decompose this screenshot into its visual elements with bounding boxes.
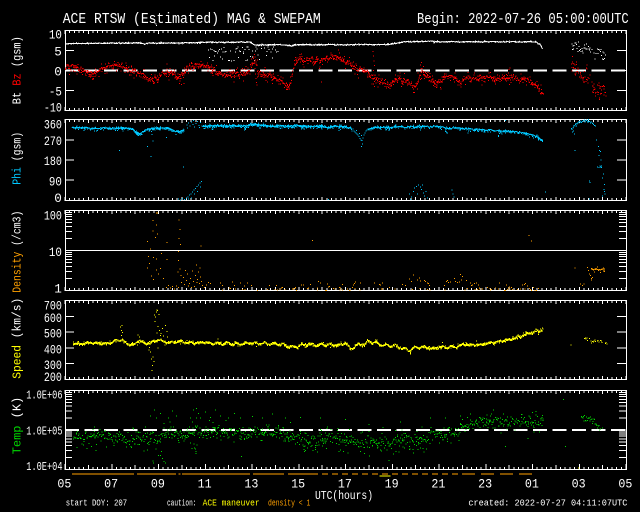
svg-text:09: 09 — [151, 476, 165, 491]
svg-text:21: 21 — [431, 476, 445, 491]
svg-text:03: 03 — [572, 476, 586, 491]
svg-text:400: 400 — [44, 342, 62, 357]
svg-text:Density (/cm3): Density (/cm3) — [12, 211, 25, 293]
svg-text:created: 2022-07-27 04:11:07UT: created: 2022-07-27 04:11:07UTC — [468, 498, 628, 508]
svg-text:ACE maneuver: ACE maneuver — [203, 498, 260, 508]
svg-text:11: 11 — [198, 476, 212, 491]
svg-text:Bt Bz (gsm): Bt Bz (gsm) — [12, 36, 25, 104]
svg-text:360: 360 — [44, 118, 62, 133]
svg-text:01: 01 — [525, 476, 539, 491]
svg-text:5: 5 — [54, 45, 62, 60]
svg-text:180: 180 — [44, 154, 62, 169]
svg-text:19: 19 — [385, 476, 399, 491]
svg-text:200: 200 — [44, 370, 62, 385]
svg-text:05: 05 — [618, 476, 632, 491]
svg-text:start DOY: 207: start DOY: 207 — [66, 498, 128, 508]
svg-text:1: 1 — [54, 282, 62, 297]
svg-text:100: 100 — [44, 208, 62, 223]
svg-text:600: 600 — [44, 311, 62, 326]
svg-text:Temp (K): Temp (K) — [12, 397, 25, 455]
svg-text:05: 05 — [57, 476, 71, 491]
svg-text:-5: -5 — [49, 85, 62, 100]
svg-text:density < 1: density < 1 — [268, 498, 310, 508]
svg-text:1.0E+06: 1.0E+06 — [26, 390, 62, 403]
svg-text:90: 90 — [49, 174, 62, 189]
svg-text:UTC(hours): UTC(hours) — [315, 489, 373, 503]
svg-text:23: 23 — [478, 476, 492, 491]
svg-text:Phi (gsm): Phi (gsm) — [12, 132, 25, 185]
svg-text:15: 15 — [291, 476, 305, 491]
svg-text:07: 07 — [104, 476, 118, 491]
svg-text:Speed (km/s): Speed (km/s) — [12, 298, 25, 379]
svg-text:270: 270 — [44, 134, 62, 149]
svg-text:caution:: caution: — [167, 498, 197, 508]
svg-text:10: 10 — [49, 28, 62, 43]
svg-text:10: 10 — [49, 245, 62, 260]
svg-text:Begin: 2022-07-26 05:00:00UTC: Begin: 2022-07-26 05:00:00UTC — [417, 12, 629, 28]
svg-text:0: 0 — [54, 65, 62, 80]
svg-text:500: 500 — [44, 327, 62, 342]
svg-text:1.0E+04: 1.0E+04 — [26, 461, 62, 474]
svg-text:13: 13 — [244, 476, 258, 491]
svg-text:-10: -10 — [44, 101, 62, 116]
svg-text:ACE RTSW (Estimated) MAG & SWE: ACE RTSW (Estimated) MAG & SWEPAM — [63, 12, 321, 28]
svg-text:1.0E+05: 1.0E+05 — [26, 426, 62, 439]
svg-text:0: 0 — [54, 191, 62, 206]
